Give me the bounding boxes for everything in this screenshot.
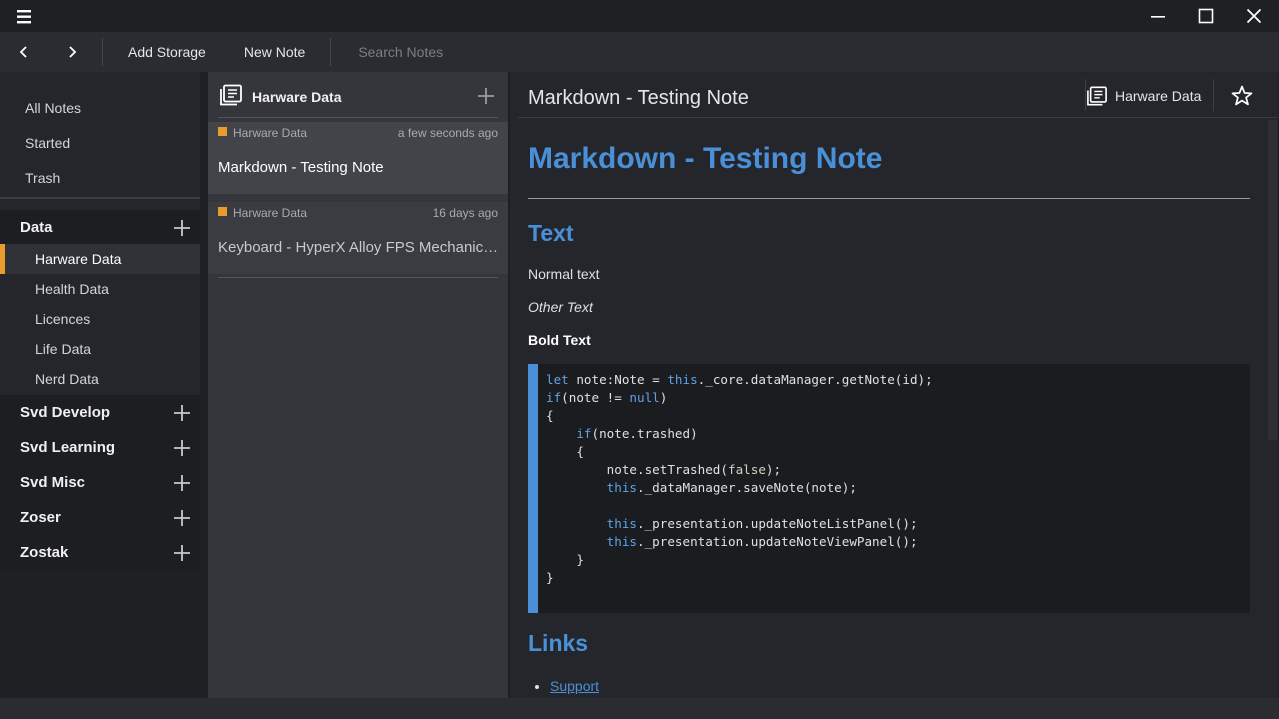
note-card[interactable]: Harware Data 16 days ago Keyboard - Hype… xyxy=(208,202,508,274)
support-link[interactable]: Support xyxy=(550,678,599,694)
group-label[interactable]: Zostak xyxy=(20,544,68,561)
folder-color-tag xyxy=(218,127,227,136)
note-title: Keyboard - HyperX Alloy FPS Mechanical G… xyxy=(218,239,500,256)
plus-icon[interactable] xyxy=(172,218,192,238)
note-list-header: Harware Data xyxy=(208,72,508,120)
group-label[interactable]: Svd Misc xyxy=(20,474,85,491)
divider xyxy=(518,117,1278,118)
heading-2: Links xyxy=(528,630,589,656)
sidebar-item-started[interactable]: Started xyxy=(25,135,70,151)
sidebar-group-zostak: Zostak xyxy=(0,535,200,570)
close-icon[interactable] xyxy=(1230,0,1278,32)
sidebar-item-label: Harware Data xyxy=(35,251,122,267)
sidebar-group-zoser: Zoser xyxy=(0,500,200,535)
note-view-title: Markdown - Testing Note xyxy=(528,87,749,109)
toolbar-divider xyxy=(102,38,103,66)
sidebar-item-trash[interactable]: Trash xyxy=(25,170,60,186)
divider xyxy=(1213,79,1214,111)
chevron-left-icon[interactable] xyxy=(0,32,48,72)
list-item: Support xyxy=(550,678,599,694)
notebook-icon xyxy=(219,84,243,106)
toolbar: Add Storage New Note xyxy=(0,32,1279,72)
sidebar-item-licences[interactable]: Licences xyxy=(0,304,200,334)
note-timestamp: 16 days ago xyxy=(432,206,498,220)
heading-1: Markdown - Testing Note xyxy=(528,142,883,175)
folder-color-tag xyxy=(218,207,227,216)
group-label[interactable]: Zoser xyxy=(20,509,61,526)
heading-2: Text xyxy=(528,220,574,246)
note-list-title: Harware Data xyxy=(252,89,342,105)
plus-icon[interactable] xyxy=(172,473,192,493)
note-timestamp: a few seconds ago xyxy=(397,126,498,140)
sidebar-group-data: Data xyxy=(0,210,200,245)
divider xyxy=(218,117,498,118)
sidebar-item-health-data[interactable]: Health Data xyxy=(0,274,200,304)
sidebar-item-life-data[interactable]: Life Data xyxy=(0,334,200,364)
note-title: Markdown - Testing Note xyxy=(218,159,384,176)
note-card[interactable]: Harware Data a few seconds ago Markdown … xyxy=(208,122,508,194)
sidebar: All Notes Started Trash Data Harware Dat… xyxy=(0,72,205,698)
plus-icon[interactable] xyxy=(172,438,192,458)
search-input[interactable] xyxy=(358,32,559,72)
sidebar-item-harware-data[interactable]: Harware Data xyxy=(0,244,200,274)
sidebar-item-label: Health Data xyxy=(35,281,109,297)
code-block: let note:Note = this._core.dataManager.g… xyxy=(528,364,1250,613)
sidebar-item-label: Life Data xyxy=(35,341,92,357)
link-list: Support xyxy=(550,678,599,694)
horizontal-rule xyxy=(528,198,1250,199)
paragraph-bold: Bold Text xyxy=(528,332,591,348)
note-folder-button[interactable]: Harware Data xyxy=(1086,80,1201,112)
minimize-icon[interactable] xyxy=(1134,0,1182,32)
title-bar xyxy=(0,0,1279,32)
sidebar-group-svd-learning: Svd Learning xyxy=(0,430,200,465)
paragraph-italic: Other Text xyxy=(528,299,593,315)
plus-icon[interactable] xyxy=(172,543,192,563)
maximize-icon[interactable] xyxy=(1182,0,1230,32)
group-label[interactable]: Svd Develop xyxy=(20,404,110,421)
plus-icon[interactable] xyxy=(172,403,192,423)
plus-icon[interactable] xyxy=(476,86,496,106)
sidebar-divider xyxy=(0,197,200,199)
note-folder: Harware Data xyxy=(233,126,308,140)
star-icon[interactable] xyxy=(1230,84,1254,108)
sidebar-group-svd-develop: Svd Develop xyxy=(0,395,200,430)
new-note-button[interactable]: New Note xyxy=(225,32,324,72)
sidebar-item-nerd-data[interactable]: Nerd Data xyxy=(0,364,200,394)
paragraph-normal: Normal text xyxy=(528,266,600,282)
sidebar-item-all-notes[interactable]: All Notes xyxy=(25,100,81,116)
add-storage-button[interactable]: Add Storage xyxy=(109,32,225,72)
group-label[interactable]: Svd Learning xyxy=(20,439,115,456)
status-bar xyxy=(0,698,1279,719)
sidebar-group-svd-misc: Svd Misc xyxy=(0,465,200,500)
toolbar-divider xyxy=(330,38,332,66)
sidebar-item-label: Nerd Data xyxy=(35,371,99,387)
hamburger-icon[interactable] xyxy=(12,7,36,27)
note-folder: Harware Data xyxy=(233,206,308,220)
divider xyxy=(218,277,498,278)
chevron-right-icon[interactable] xyxy=(48,32,96,72)
group-label[interactable]: Data xyxy=(20,219,53,236)
note-list-panel: Harware Data Harware Data a few seconds … xyxy=(208,72,508,698)
notebook-icon xyxy=(1086,86,1108,106)
scrollbar[interactable] xyxy=(1268,120,1277,440)
plus-icon[interactable] xyxy=(172,508,192,528)
note-folder-label: Harware Data xyxy=(1115,88,1202,104)
note-view-panel: Markdown - Testing Note Harware Data Mar… xyxy=(510,72,1278,698)
code-text: let note:Note = this._core.dataManager.g… xyxy=(546,372,933,585)
sidebar-empty-area xyxy=(0,570,205,698)
sidebar-item-label: Licences xyxy=(35,311,91,327)
